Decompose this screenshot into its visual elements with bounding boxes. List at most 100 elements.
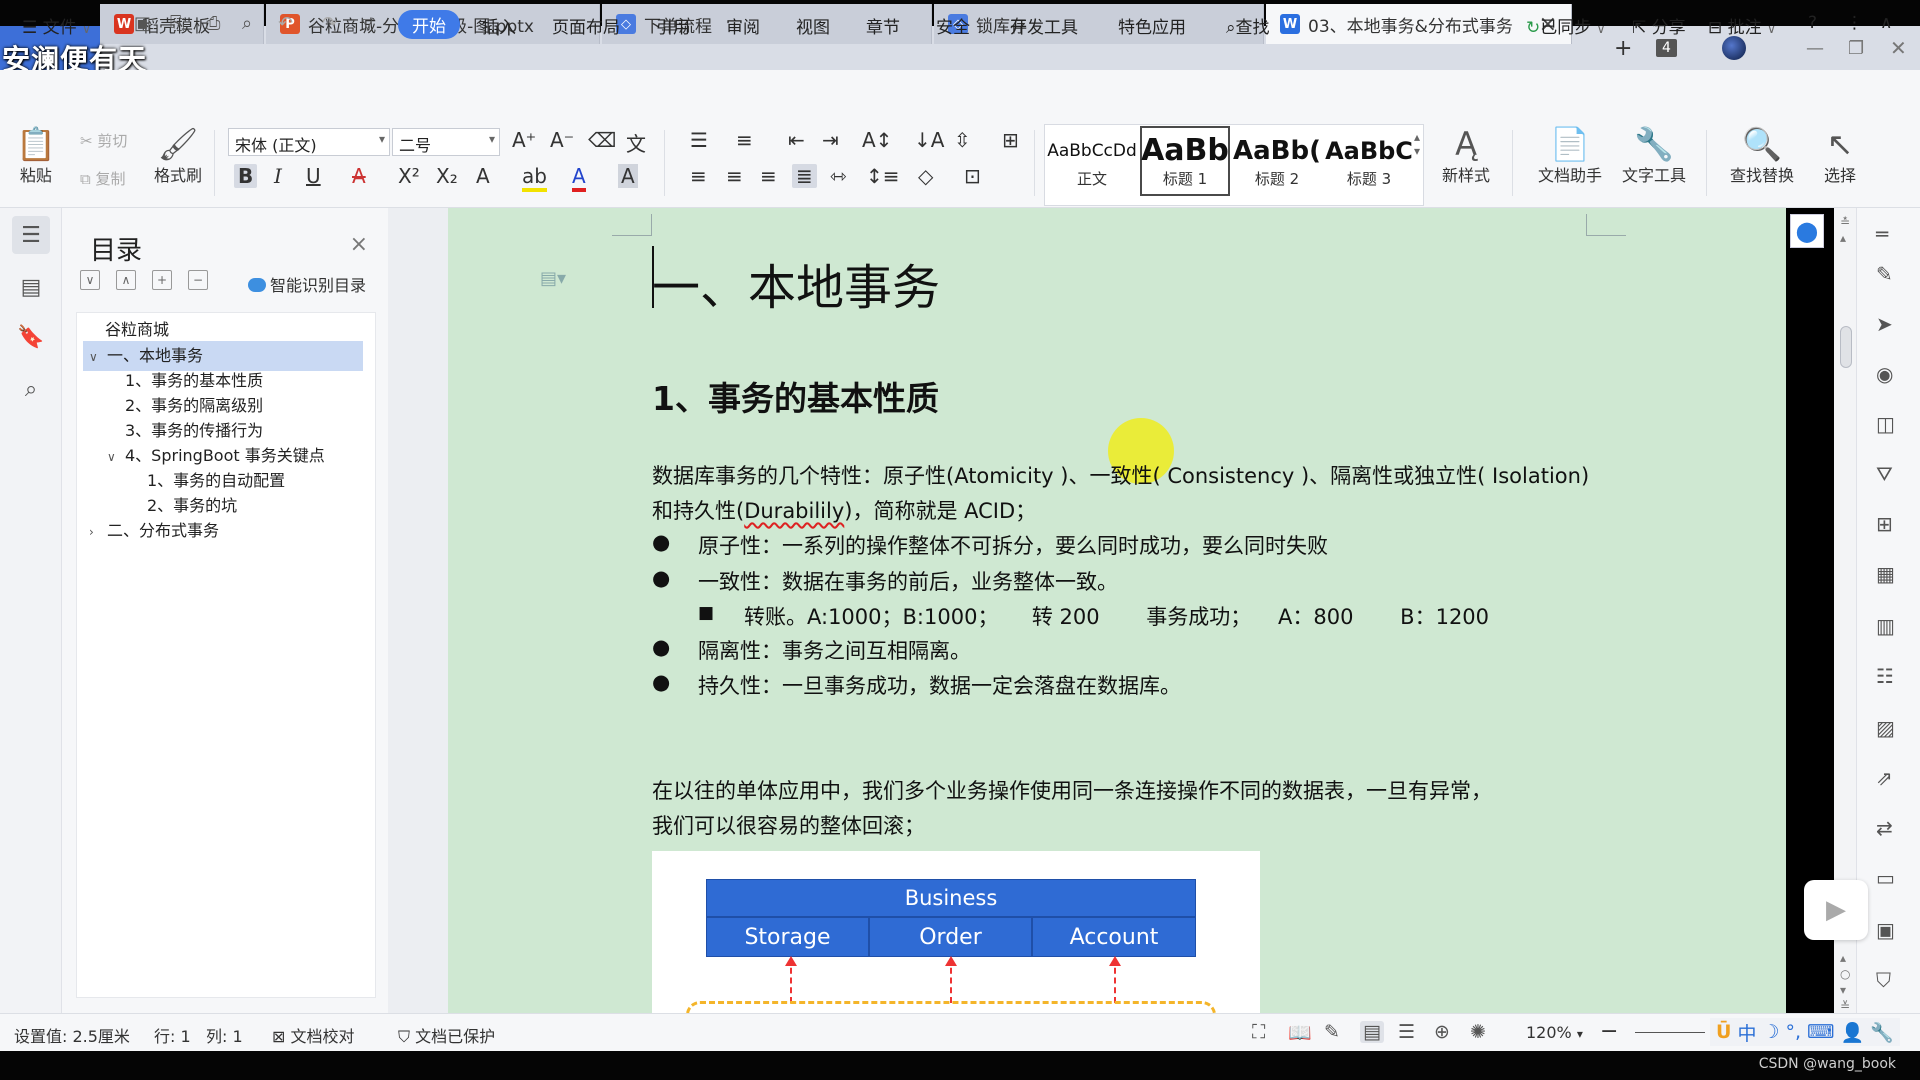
read-mode-icon[interactable]: 📖 [1288, 1021, 1312, 1044]
archive-icon[interactable]: ▭ [1876, 866, 1895, 890]
tab-lock-stock[interactable]: ◇ 锁库存 [934, 4, 1264, 44]
collapse-ribbon-icon[interactable]: ∧ [1880, 13, 1892, 33]
scroll-thumb[interactable] [1840, 326, 1852, 368]
clear-format-icon[interactable]: ⌫ [588, 128, 616, 152]
italic-button[interactable]: I [274, 164, 282, 188]
distribute-icon[interactable]: ⇿ [830, 164, 847, 188]
user-icon[interactable]: 👤 [1840, 1021, 1864, 1044]
scroll-down-icon[interactable]: ▴ ○ ▾ ≚ [1840, 950, 1850, 1014]
chevron-down-icon[interactable]: ∨ [89, 342, 107, 372]
smart-toc-button[interactable]: 智能识别目录 [248, 272, 366, 296]
zoom-slider[interactable] [1635, 1032, 1705, 1033]
sync-status[interactable]: ↻已同步 ∨ [1526, 13, 1605, 38]
globe-icon[interactable]: ◉ [1876, 362, 1893, 386]
shield-icon[interactable]: ⛉ [1876, 968, 1891, 992]
toc-item[interactable]: › 二、分布式事务 [89, 516, 219, 546]
char-shading-button[interactable]: A [618, 164, 638, 188]
align-right-icon[interactable]: ≡ [760, 164, 777, 188]
image-icon[interactable]: ▨ [1876, 716, 1895, 740]
video-play-button[interactable]: ▶ [1804, 880, 1868, 940]
fullscreen-icon[interactable]: ⛶ [1252, 1021, 1265, 1043]
layers-icon[interactable]: ⛛ [1876, 462, 1893, 486]
picture-icon[interactable]: ▣ [1876, 918, 1895, 942]
format-painter-button[interactable]: 🖌 格式刷 [154, 126, 202, 186]
text-tools-button[interactable]: 🔧 文字工具 [1622, 126, 1686, 186]
align-left-icon[interactable]: ≡ [690, 164, 707, 188]
subscript-button[interactable]: X₂ [436, 164, 458, 188]
page-view-icon[interactable]: ▤ [12, 268, 50, 306]
save-icon[interactable]: ▣ [134, 13, 151, 34]
grow-font-icon[interactable]: A⁺ [512, 128, 536, 152]
zoom-select[interactable]: 120% ▾ [1526, 1023, 1583, 1042]
increase-indent-icon[interactable]: ⇥ [822, 128, 839, 152]
menu-item-developer[interactable]: 开发工具 [1010, 13, 1078, 38]
ime-logo-icon[interactable]: Ū [1716, 1021, 1731, 1043]
undo-icon[interactable]: ↶ [278, 13, 293, 34]
shading-icon[interactable]: ◇ [918, 164, 933, 188]
expand-icon[interactable]: ∨ [80, 270, 100, 290]
preview-icon[interactable]: ⌕ [242, 13, 252, 34]
print-icon[interactable]: ⎙ [206, 13, 220, 34]
find-replace-button[interactable]: 🔍 查找替换 [1730, 126, 1794, 186]
table-grid-icon[interactable]: ⊞ [1002, 128, 1019, 152]
style-normal[interactable]: AaBbCcDd 正文 [1046, 126, 1138, 196]
write-mode-icon[interactable]: ✎ [1324, 1021, 1340, 1043]
tools-icon[interactable]: 🔧 [1870, 1021, 1894, 1044]
menu-item-insert[interactable]: 插入 [482, 13, 516, 38]
page-view-icon[interactable]: ▤ [1360, 1021, 1384, 1043]
doc-helper-button[interactable]: 📄 文档助手 [1538, 126, 1602, 186]
shrink-font-icon[interactable]: A⁻ [550, 128, 574, 152]
select-button[interactable]: ↖ 选择 [1824, 126, 1856, 186]
chevron-right-icon[interactable]: › [89, 517, 107, 547]
shapes-icon[interactable]: ◫ [1876, 412, 1895, 436]
phonetic-icon[interactable]: 文 [626, 128, 646, 157]
redo-icon[interactable]: ↷ [322, 13, 337, 34]
help-icon[interactable]: ? [1808, 13, 1817, 33]
align-center-icon[interactable]: ≡ [726, 164, 743, 188]
bullet-list-icon[interactable]: ☰ [690, 128, 708, 152]
moon-icon[interactable]: ☽ [1762, 1021, 1779, 1043]
menu-item-features[interactable]: 特色应用 [1118, 13, 1186, 38]
chart-icon[interactable]: ▥ [1876, 614, 1895, 638]
menu-item-references[interactable]: 引用 [656, 13, 690, 38]
search-menu[interactable]: ⌕查找 [1226, 13, 1270, 38]
menu-item-view[interactable]: 视图 [796, 13, 830, 38]
export-icon[interactable]: ⇗ [1876, 766, 1893, 790]
new-tab-button[interactable]: + [1614, 26, 1632, 70]
paragraph-spacing-icon[interactable]: ⇳ [954, 128, 971, 152]
translate-icon[interactable]: ⇄ [1876, 816, 1893, 840]
punctuation-icon[interactable]: °, [1786, 1021, 1802, 1043]
style-heading-3[interactable]: AaBbC 标题 3 [1324, 126, 1414, 196]
share-button[interactable]: ⇱ 分享 [1632, 13, 1686, 38]
text-effect-button[interactable]: A [476, 164, 490, 188]
web-view-icon[interactable]: ⊕ [1434, 1021, 1450, 1043]
file-menu[interactable]: ☰ 文件 ∨ [22, 13, 91, 38]
collapse-icon[interactable]: ∧ [116, 270, 136, 290]
misspelled-word[interactable]: Durabilily [744, 499, 844, 523]
protection-status[interactable]: ⛉ 文档已保护 [398, 1023, 495, 1047]
style-heading-1[interactable]: AaBb 标题 1 [1140, 126, 1230, 196]
align-justify-icon[interactable]: ≣ [792, 164, 817, 188]
pointer-icon[interactable]: ➤ [1876, 312, 1893, 336]
decrease-indent-icon[interactable]: ⇤ [788, 128, 805, 152]
comment-button[interactable]: ⊟ 批注 ∨ [1708, 13, 1776, 38]
outline-view-icon[interactable]: ☰ [1398, 1021, 1415, 1043]
gallery-scroll-icon[interactable]: ▴ ▾ [1414, 130, 1420, 158]
table-icon[interactable]: ⊞ [1876, 512, 1893, 536]
zoom-out-button[interactable]: − [1600, 1019, 1618, 1044]
highlight-button[interactable]: ab [522, 164, 547, 192]
window-close-button[interactable]: ✕ [1890, 26, 1907, 70]
menu-item-chapter[interactable]: 章节 [866, 13, 900, 38]
menu-item-review[interactable]: 审阅 [726, 13, 760, 38]
numbered-list-icon[interactable]: ≡ [736, 128, 753, 152]
proofread-button[interactable]: ⊠ 文档校对 [272, 1023, 355, 1047]
text-direction-icon[interactable]: A↕ [862, 128, 892, 152]
scroll-up-icon[interactable]: ≛ ▴ [1840, 214, 1850, 246]
strikethrough-button[interactable]: A [352, 164, 366, 188]
menu-item-layout[interactable]: 页面布局 [552, 13, 620, 38]
grid-icon[interactable]: ▦ [1876, 562, 1895, 586]
close-icon[interactable]: × [350, 232, 368, 257]
ime-language[interactable]: 中 [1737, 1019, 1756, 1046]
bold-button[interactable]: B [234, 164, 258, 188]
style-heading-2[interactable]: AaBb( 标题 2 [1232, 126, 1322, 196]
